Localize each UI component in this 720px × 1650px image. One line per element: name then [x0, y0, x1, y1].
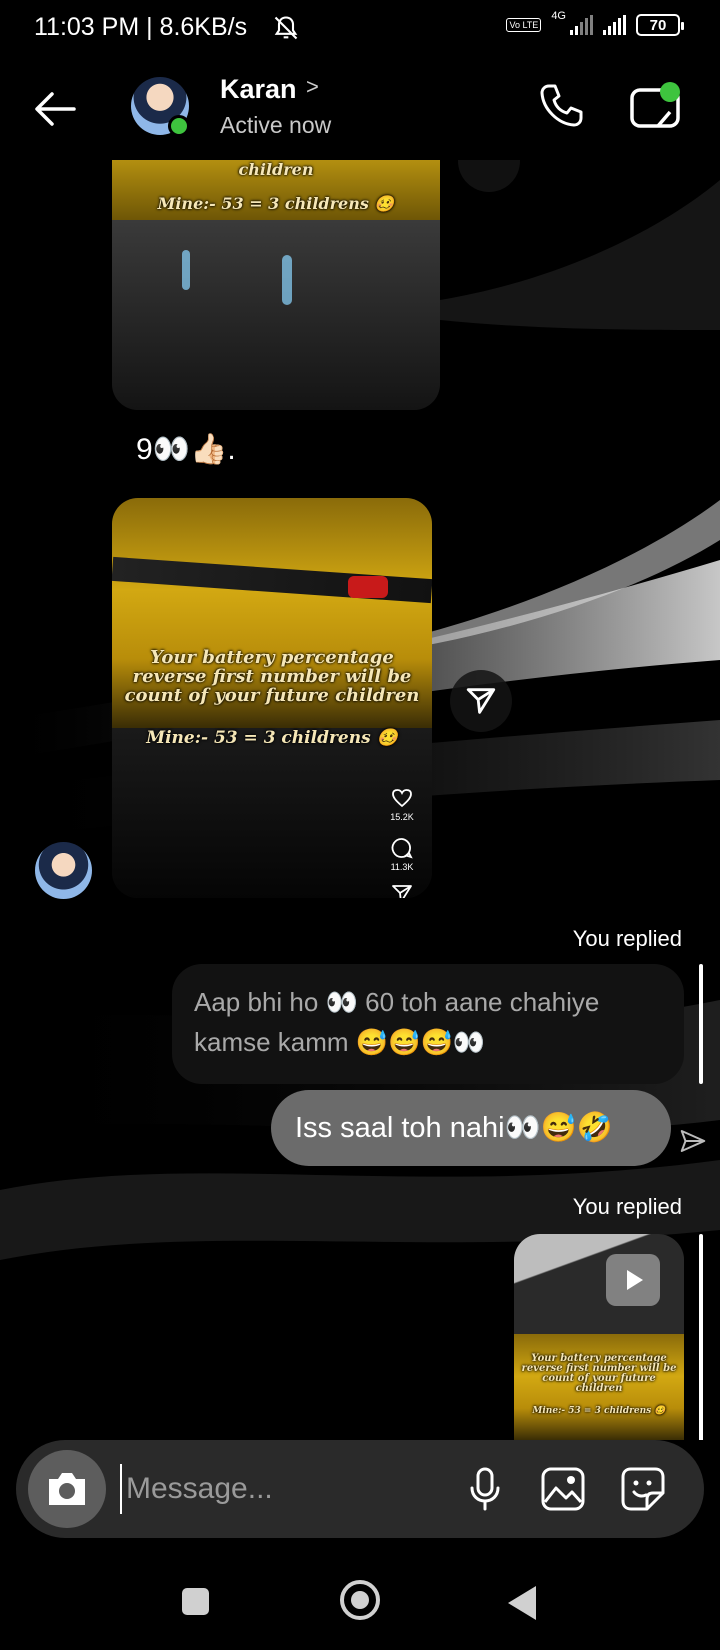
comments-count: 11.3K [390, 862, 414, 872]
shared-reel-1[interactable]: children Mine:- 53 = 3 childrens 🥴 [112, 160, 440, 410]
chevron-right-icon[interactable]: > [306, 74, 319, 100]
system-back-button[interactable] [508, 1586, 536, 1620]
home-button[interactable] [340, 1580, 380, 1620]
reel-play-icon [606, 1254, 660, 1306]
network-type: 4G [551, 10, 566, 22]
system-navigation-bar [0, 1560, 720, 1650]
message-list[interactable]: children Mine:- 53 = 3 childrens 🥴 9👀👍🏻.… [0, 160, 720, 1440]
reel3-caption: Your battery percentage reverse first nu… [521, 1353, 677, 1394]
chat-header: Karan > Active now [0, 60, 720, 160]
video-active-dot [660, 82, 680, 102]
reel1-share-button[interactable] [458, 160, 520, 192]
reel2-share-button[interactable] [450, 670, 512, 732]
signal-icon-2 [603, 15, 626, 35]
text-message[interactable]: 9👀👍🏻. [136, 432, 236, 467]
shared-reel-3[interactable]: Your battery percentage reverse first nu… [514, 1234, 684, 1440]
signal-icon [570, 15, 593, 35]
you-replied-label-2: You replied [572, 1194, 682, 1219]
phone-icon[interactable] [536, 80, 586, 130]
microphone-icon[interactable] [468, 1466, 502, 1512]
camera-button[interactable] [28, 1450, 106, 1528]
reel2-caption-mine: Mine:- 53 = 3 childrens 🥴 [146, 728, 398, 748]
likes-count: 15.2K [390, 812, 414, 822]
reply-indicator-line-1 [699, 964, 703, 1084]
reel3-caption-mine: Mine:- 53 = 3 childrens 🥴 [532, 1406, 666, 1416]
status-time-speed: 11:03 PM | 8.6KB/s [34, 13, 248, 41]
send-icon [466, 688, 496, 714]
active-status: Active now [220, 112, 332, 138]
my-message[interactable]: Iss saal toh nahi👀😅🤣 [271, 1090, 671, 1166]
sticker-icon[interactable] [620, 1466, 666, 1512]
reel2-engagement: 15.2K 11.3K [382, 786, 422, 898]
shared-reel-2[interactable]: Your battery percentage reverse first nu… [112, 498, 432, 898]
comment-icon[interactable] [390, 836, 414, 860]
battery-indicator: 70 [636, 14, 684, 36]
online-status-dot [168, 115, 190, 137]
status-bar: 11:03 PM | 8.6KB/s Vo LTE 4G 70 [0, 0, 720, 56]
gallery-icon[interactable] [540, 1466, 586, 1512]
bell-muted-icon [274, 16, 298, 40]
message-input[interactable] [120, 1464, 420, 1514]
camera-icon [49, 1473, 85, 1505]
share-icon[interactable] [390, 882, 414, 898]
reel1-caption-top: children [238, 160, 314, 179]
recent-apps-button[interactable] [182, 1588, 209, 1615]
quoted-message[interactable]: Aap bhi ho 👀 60 toh aane chahiye kamse k… [172, 964, 684, 1084]
reply-indicator-line-2 [699, 1234, 703, 1440]
sender-avatar[interactable] [35, 842, 92, 899]
contact-name[interactable]: Karan [220, 74, 297, 105]
reel1-caption-mine: Mine:- 53 = 3 childrens 🥴 [157, 194, 395, 213]
you-replied-label-1: You replied [572, 926, 682, 951]
sent-status-icon [680, 1130, 706, 1152]
reel2-caption: Your battery percentage reverse first nu… [124, 647, 420, 706]
heart-icon[interactable] [390, 786, 414, 810]
back-arrow-icon[interactable] [30, 84, 80, 134]
message-composer [16, 1440, 704, 1538]
volte-badge: Vo LTE [506, 18, 542, 32]
